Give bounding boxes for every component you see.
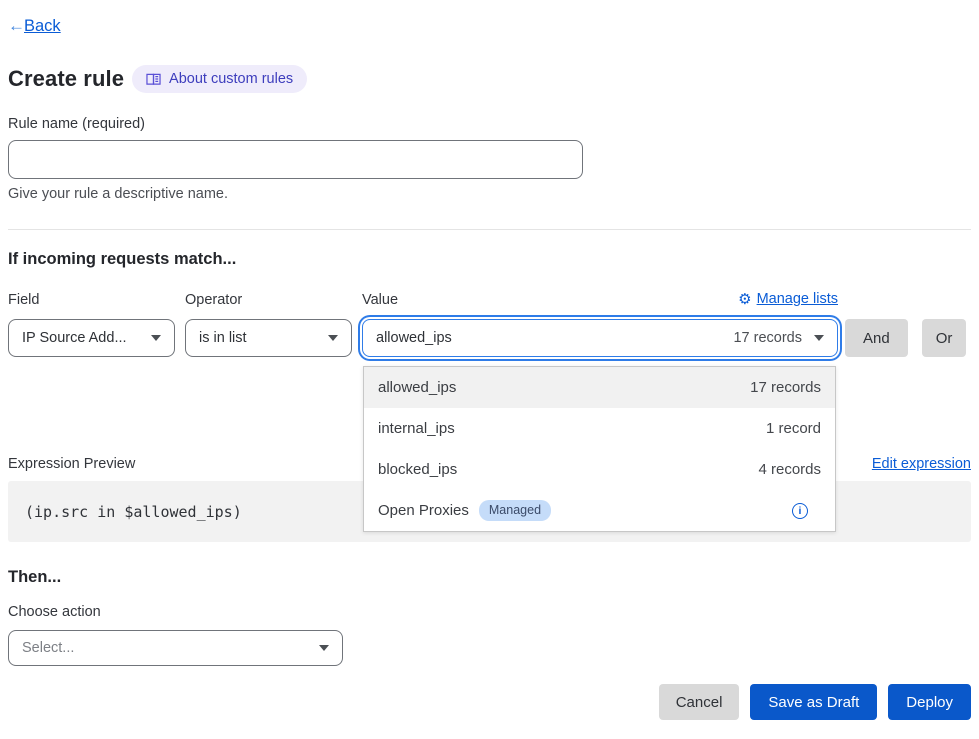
- chevron-down-icon: [814, 335, 824, 341]
- list-item-internal-ips[interactable]: internal_ips 1 record: [364, 408, 835, 449]
- field-select-value: IP Source Add...: [22, 330, 151, 346]
- cancel-button[interactable]: Cancel: [659, 684, 740, 720]
- list-item-open-proxies[interactable]: Open Proxies Managed: [364, 490, 835, 531]
- about-custom-rules-badge[interactable]: About custom rules: [132, 65, 307, 93]
- about-badge-label: About custom rules: [169, 71, 293, 87]
- rule-name-helper: Give your rule a descriptive name.: [8, 186, 971, 202]
- action-select-placeholder: Select...: [22, 640, 319, 656]
- list-item-allowed-ips[interactable]: allowed_ips 17 records: [364, 367, 835, 408]
- value-dropdown-menu: allowed_ips 17 records internal_ips 1 re…: [363, 366, 836, 532]
- match-section-title: If incoming requests match...: [8, 250, 971, 269]
- book-icon: [146, 72, 161, 86]
- list-item-name: blocked_ips: [378, 461, 457, 478]
- value-label: Value: [362, 293, 398, 308]
- back-link[interactable]: ← Back: [8, 16, 61, 36]
- create-rule-page: ← Back Create rule About custom rules Ru…: [0, 0, 979, 739]
- rule-name-label: Rule name (required): [8, 117, 971, 132]
- list-item-blocked-ips[interactable]: blocked_ips 4 records: [364, 449, 835, 490]
- field-label: Field: [8, 290, 175, 308]
- list-item-count: 1 record: [766, 420, 821, 437]
- chevron-down-icon: [151, 335, 161, 341]
- footer-actions: Cancel Save as Draft Deploy: [8, 684, 971, 720]
- expression-preview-label: Expression Preview: [8, 456, 135, 472]
- list-item-name: internal_ips: [378, 420, 455, 437]
- page-title: Create rule: [8, 66, 124, 92]
- and-button[interactable]: And: [845, 319, 908, 357]
- chevron-down-icon: [319, 645, 329, 651]
- manage-lists-label: Manage lists: [757, 291, 838, 307]
- section-divider: [8, 229, 971, 230]
- info-icon[interactable]: [792, 503, 808, 519]
- save-as-draft-button[interactable]: Save as Draft: [750, 684, 877, 720]
- edit-expression-link[interactable]: Edit expression: [872, 456, 971, 472]
- deploy-button[interactable]: Deploy: [888, 684, 971, 720]
- value-select-count: 17 records: [733, 330, 802, 346]
- value-select-value: allowed_ips: [376, 330, 733, 346]
- condition-row: Field IP Source Add... Operator is in li…: [8, 290, 971, 357]
- gear-icon: [738, 290, 751, 308]
- chevron-down-icon: [328, 335, 338, 341]
- operator-select-value: is in list: [199, 330, 328, 346]
- or-button[interactable]: Or: [922, 319, 967, 357]
- rule-name-input[interactable]: [8, 140, 583, 179]
- value-select[interactable]: allowed_ips 17 records: [362, 319, 838, 357]
- list-item-name: allowed_ips: [378, 379, 456, 396]
- back-arrow-icon: ←: [8, 16, 25, 36]
- choose-action-label: Choose action: [8, 605, 971, 620]
- list-item-count: 4 records: [758, 461, 821, 478]
- operator-select[interactable]: is in list: [185, 319, 352, 357]
- list-item-count: 17 records: [750, 379, 821, 396]
- field-select[interactable]: IP Source Add...: [8, 319, 175, 357]
- managed-badge: Managed: [479, 500, 551, 522]
- back-label: Back: [24, 17, 61, 36]
- action-select[interactable]: Select...: [8, 630, 343, 666]
- then-section-title: Then...: [8, 568, 971, 587]
- manage-lists-link[interactable]: Manage lists: [738, 290, 838, 308]
- operator-label: Operator: [185, 290, 352, 308]
- expression-code-text: (ip.src in $allowed_ips): [25, 503, 242, 521]
- list-item-name: Open Proxies: [378, 502, 469, 519]
